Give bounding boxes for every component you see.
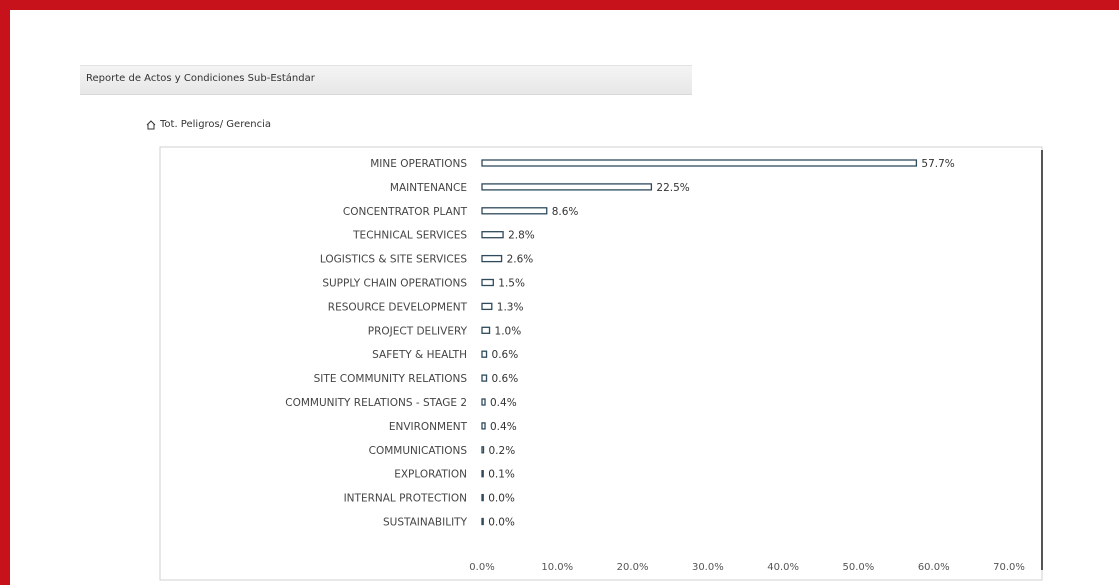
bar: [481, 493, 484, 502]
value-label: 1.0%: [495, 325, 522, 337]
category-label: LOGISTICS & SITE SERVICES: [320, 254, 467, 266]
value-label: 2.8%: [508, 230, 535, 242]
category-label: SITE COMMUNITY RELATIONS: [314, 373, 468, 385]
value-label: 0.1%: [488, 469, 515, 481]
bar: [481, 350, 488, 358]
value-label: 22.5%: [656, 182, 689, 194]
category-label: PROJECT DELIVERY: [368, 325, 468, 337]
category-label: COMMUNICATIONS: [369, 445, 468, 457]
category-label: EXPLORATION: [394, 469, 467, 481]
value-label: 8.6%: [552, 206, 579, 218]
bar: [481, 302, 493, 311]
value-label: 1.5%: [498, 278, 525, 290]
bar: [481, 326, 491, 334]
value-label: 0.2%: [489, 445, 516, 457]
value-label: 0.6%: [492, 349, 519, 361]
bar: [481, 159, 918, 167]
x-tick-label: 50.0%: [843, 562, 875, 573]
value-label: 57.7%: [921, 158, 954, 170]
category-label: RESOURCE DEVELOPMENT: [328, 301, 468, 313]
value-label: 0.4%: [490, 397, 517, 409]
plot-frame: [159, 146, 1043, 581]
value-label: 0.4%: [490, 421, 517, 433]
bar-chart: MINE OPERATIONS 57.7% MAINTENANCE 22.5% CONC…: [159, 146, 1043, 581]
bar: [481, 470, 484, 478]
x-tick-label: 60.0%: [918, 562, 950, 573]
bar: [481, 517, 484, 526]
bar: [481, 422, 486, 430]
x-tick-label: 10.0%: [541, 562, 573, 573]
value-label: 0.0%: [488, 517, 515, 529]
category-label: SUPPLY CHAIN OPERATIONS: [322, 278, 467, 290]
bar: [481, 254, 503, 263]
category-label: INTERNAL PROTECTION: [344, 493, 467, 505]
bar: [481, 207, 548, 215]
category-label: SAFETY & HEALTH: [372, 349, 467, 361]
x-tick-label: 40.0%: [767, 562, 799, 573]
value-label: 0.6%: [492, 373, 519, 385]
bar: [481, 398, 486, 406]
category-label: SUSTAINABILITY: [383, 517, 468, 529]
value-label: 1.3%: [497, 301, 524, 313]
category-label: CONCENTRATOR PLANT: [343, 206, 468, 218]
bar: [481, 374, 488, 382]
bar: [481, 278, 494, 287]
bar: [481, 231, 504, 239]
x-tick-label: 70.0%: [993, 562, 1025, 573]
x-tick-label: 20.0%: [617, 562, 649, 573]
category-label: ENVIRONMENT: [389, 421, 468, 433]
value-label: 2.6%: [507, 254, 534, 266]
category-label: MINE OPERATIONS: [370, 158, 467, 170]
category-label: COMMUNITY RELATIONS - STAGE 2: [285, 397, 467, 409]
bar: [481, 446, 485, 454]
category-label: TECHNICAL SERVICES: [352, 230, 467, 242]
value-label: 0.0%: [488, 493, 515, 505]
x-tick-label: 30.0%: [692, 562, 724, 573]
category-label: MAINTENANCE: [390, 182, 467, 194]
x-tick-label: 0.0%: [469, 562, 494, 573]
bar: [481, 183, 653, 191]
